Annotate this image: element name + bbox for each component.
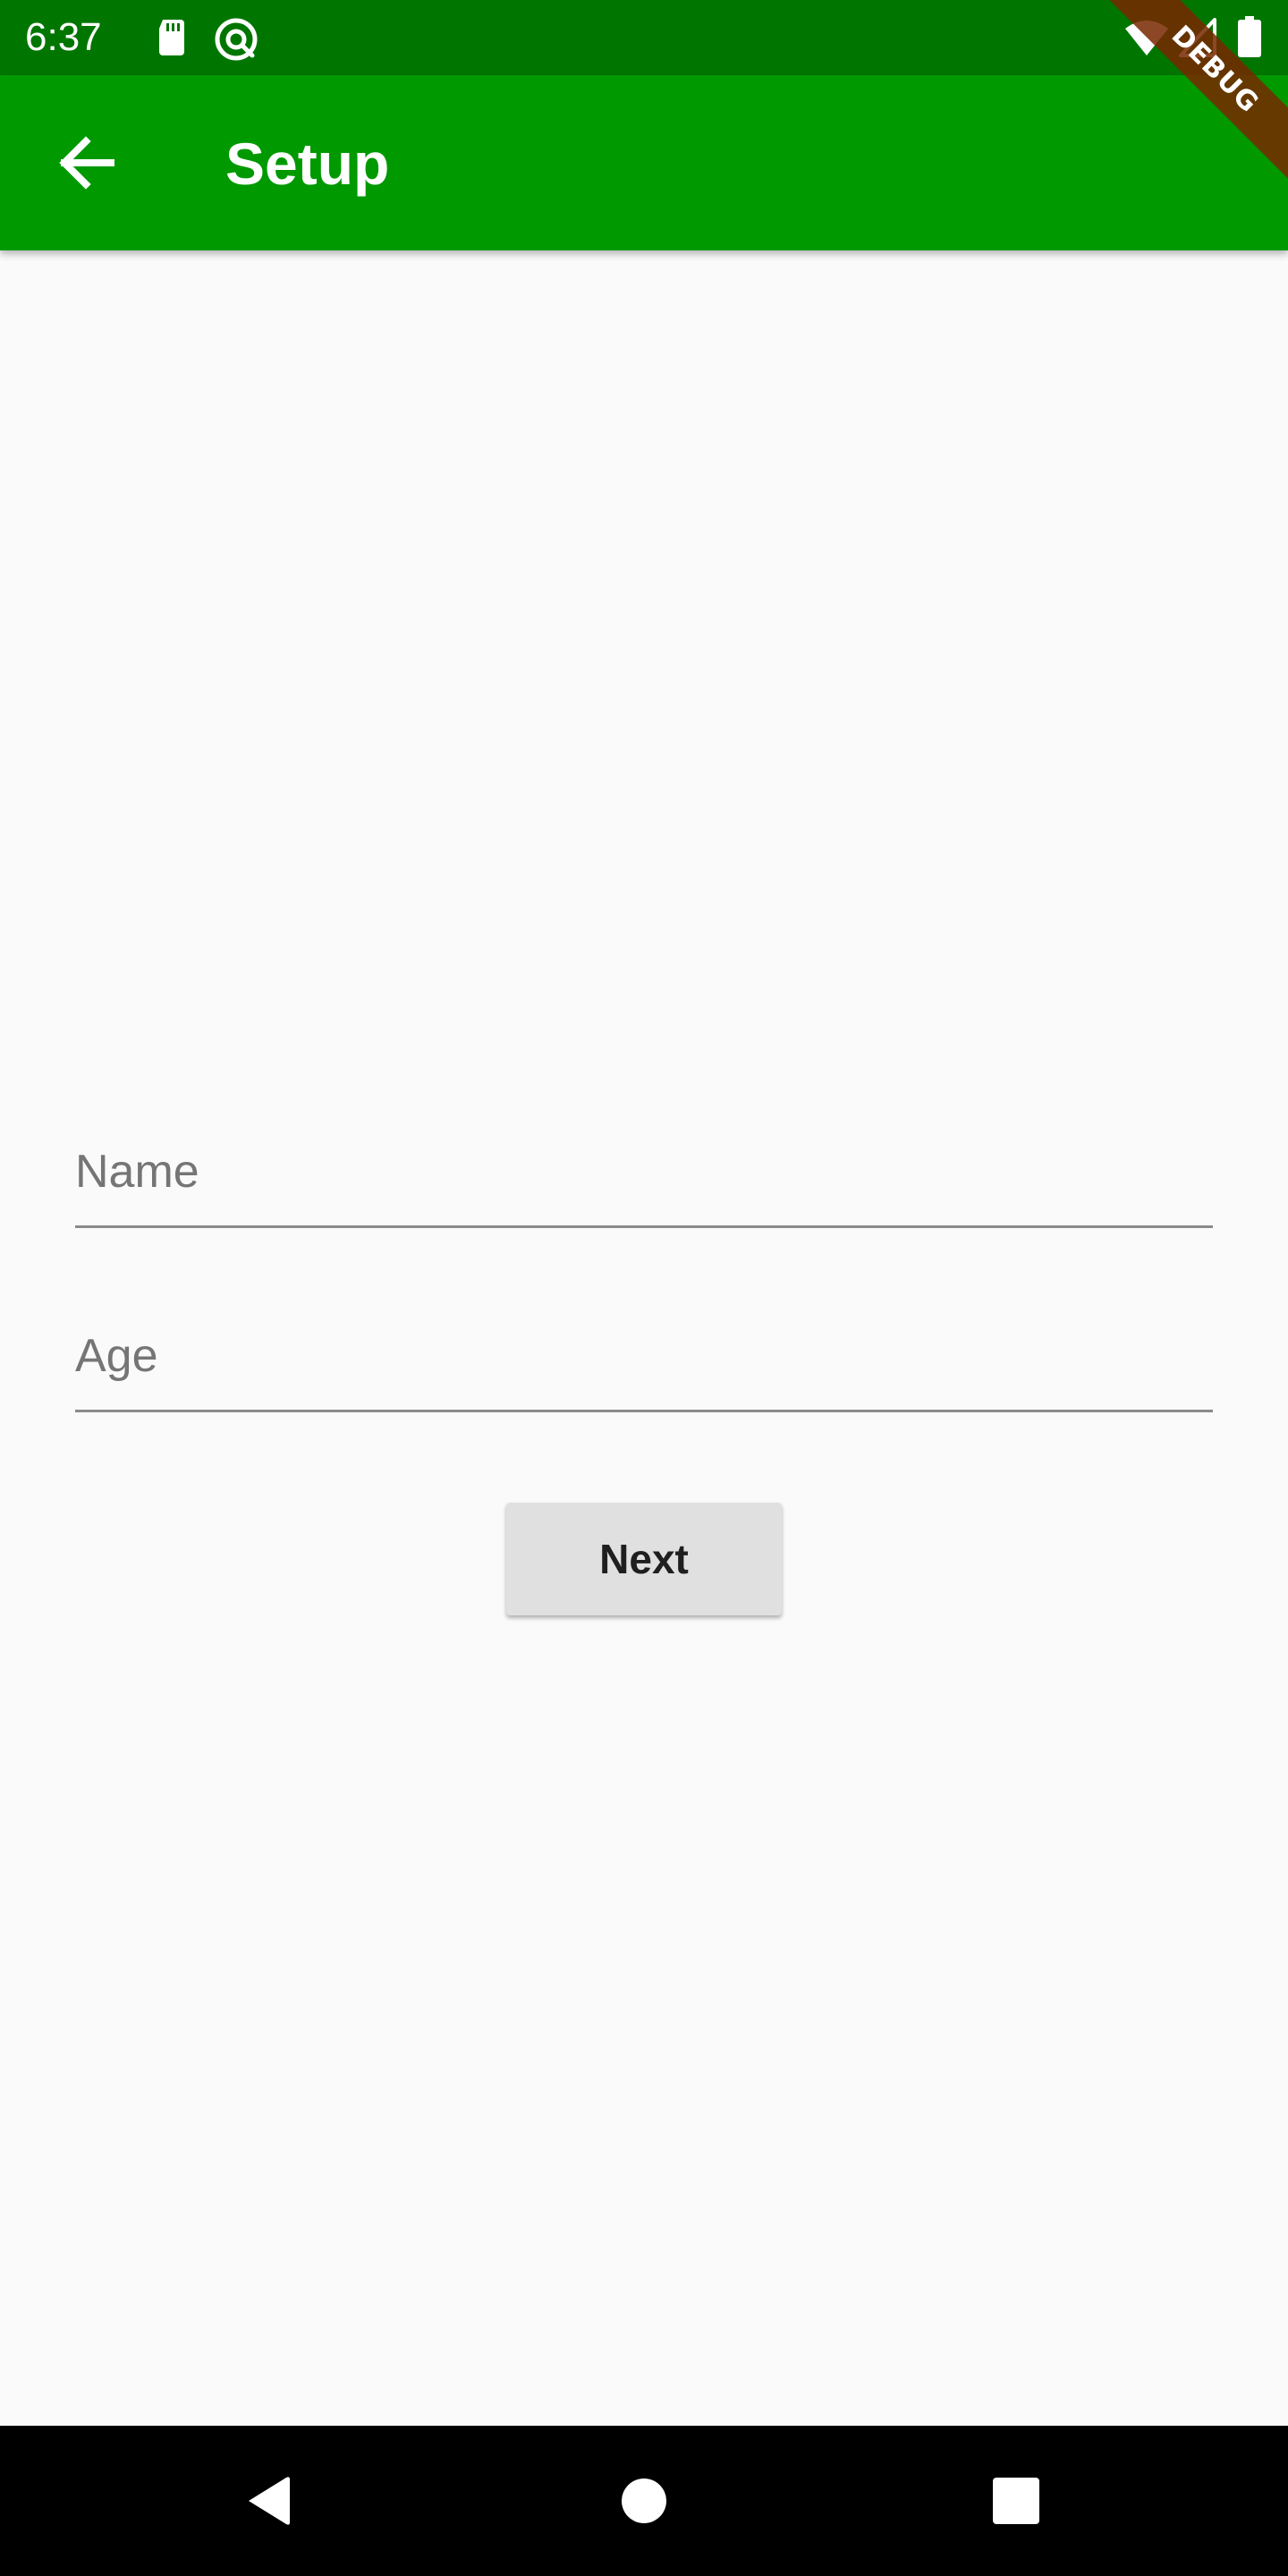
cell-signal-icon: [1179, 18, 1222, 61]
status-time: 6:37: [25, 15, 102, 59]
nav-recents-button[interactable]: [980, 2465, 1052, 2537]
navigation-bar: [0, 2426, 1288, 2576]
page-title: Setup: [225, 131, 390, 197]
arrow-back-icon: [59, 136, 114, 190]
name-field[interactable]: [75, 1118, 1213, 1228]
at-sign-icon: [213, 16, 258, 61]
sd-card-icon: [150, 16, 193, 59]
name-input[interactable]: [75, 1118, 1213, 1225]
nav-home-button[interactable]: [608, 2465, 680, 2537]
status-bar: 6:37: [0, 0, 1288, 75]
age-field[interactable]: [75, 1302, 1213, 1412]
app-bar: [0, 75, 1288, 250]
home-circle-icon: [622, 2479, 666, 2523]
age-input[interactable]: [75, 1302, 1213, 1410]
next-button[interactable]: Next: [506, 1503, 782, 1615]
setup-screen: 6:37 Setup DEBUG Name Age Next: [0, 0, 1288, 2576]
battery-icon: [1236, 16, 1279, 59]
back-triangle-icon: [249, 2477, 290, 2525]
nav-back-button[interactable]: [233, 2465, 304, 2537]
wifi-icon: [1123, 18, 1168, 61]
recents-square-icon: [993, 2478, 1039, 2524]
back-button[interactable]: [45, 120, 131, 206]
